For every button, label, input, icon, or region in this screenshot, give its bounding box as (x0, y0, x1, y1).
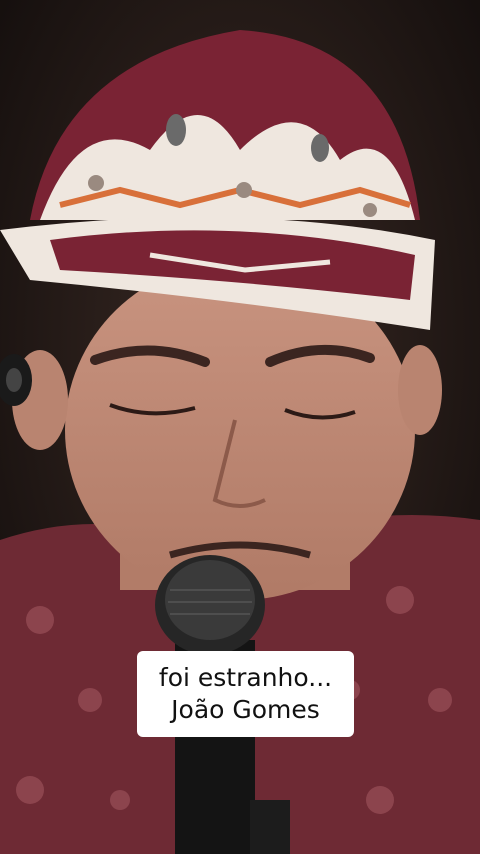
caption-line-1: foi estranho... (158, 663, 333, 692)
caption-line-2: João Gomes (171, 695, 320, 724)
caption-box: foi estranho... João Gomes (137, 651, 354, 737)
